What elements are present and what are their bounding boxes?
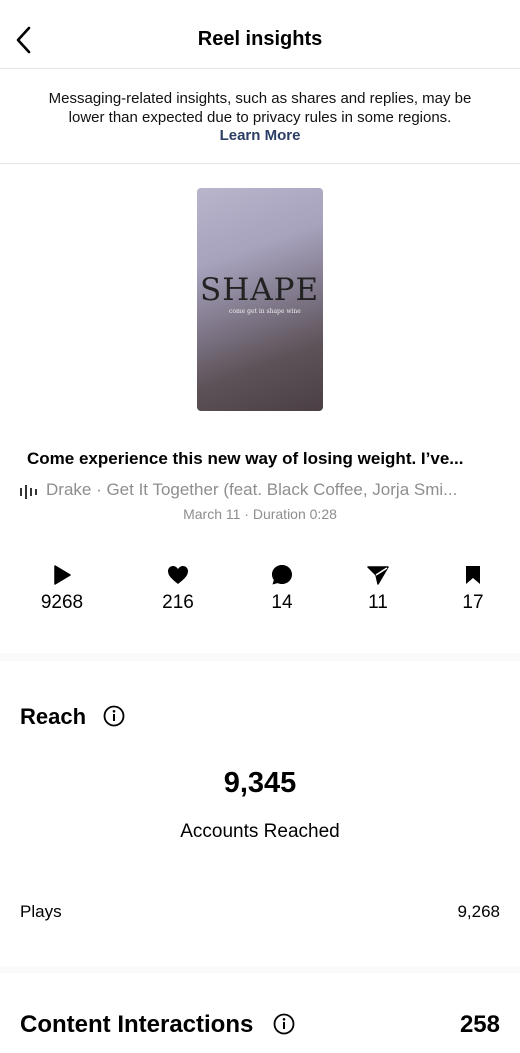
stat-shares: 11 [338,564,418,614]
learn-more-link[interactable]: Learn More [220,127,301,144]
reel-audio[interactable]: Drake · Get It Together (feat. Black Cof… [20,480,500,502]
accounts-reached-value: 9,345 [223,767,297,799]
thumbnail-tagline: come get in shape wine [229,308,301,315]
plays-value: 9,268 [457,902,500,921]
content-interactions-title: Content Interactions [20,1011,254,1038]
stat-plays: 9268 [22,564,102,614]
content-interactions-value: 258 [459,1011,500,1038]
info-icon[interactable] [103,705,125,732]
share-icon [338,564,418,586]
audio-label: Drake · Get It Together (feat. Black Cof… [46,480,458,499]
stat-saves: 17 [433,564,513,614]
stat-value: 9268 [40,592,84,613]
bookmark-icon [433,564,513,586]
content-interactions-section: Content Interactions 258 [0,973,520,1053]
notice-message: Messaging-related insights, such as shar… [48,90,472,126]
top-bar: Reel insights [0,0,520,69]
accounts-reached-label: Accounts Reached [180,821,340,842]
stat-value: 216 [162,592,194,613]
reach-section: Reach 9,345 Accounts Reached Plays 9,268 [0,661,520,966]
reel-thumbnail[interactable]: SHAPE come get in shape wine [197,188,323,411]
heart-icon [138,564,218,586]
stat-value: 17 [462,592,484,613]
page-title: Reel insights [197,28,323,50]
audio-wave-icon [20,484,38,502]
stat-comments: 14 [242,564,322,614]
reel-summary-card: SHAPE come get in shape wine Come experi… [0,164,520,653]
stat-value: 14 [271,592,293,613]
info-icon[interactable] [273,1013,295,1040]
thumbnail-title: SHAPE [200,272,320,308]
reach-title: Reach [20,704,87,729]
reel-stats: 9268 216 14 11 17 [0,564,520,624]
play-icon [22,564,102,586]
stat-value: 11 [368,592,388,613]
plays-label: Plays [20,902,62,921]
privacy-notice: Messaging-related insights, such as shar… [0,69,520,164]
stat-likes: 216 [138,564,218,614]
comment-icon [242,564,322,586]
reel-meta: March 11 · Duration 0:28 [183,506,337,522]
reel-caption: Come experience this new way of losing w… [27,449,464,468]
